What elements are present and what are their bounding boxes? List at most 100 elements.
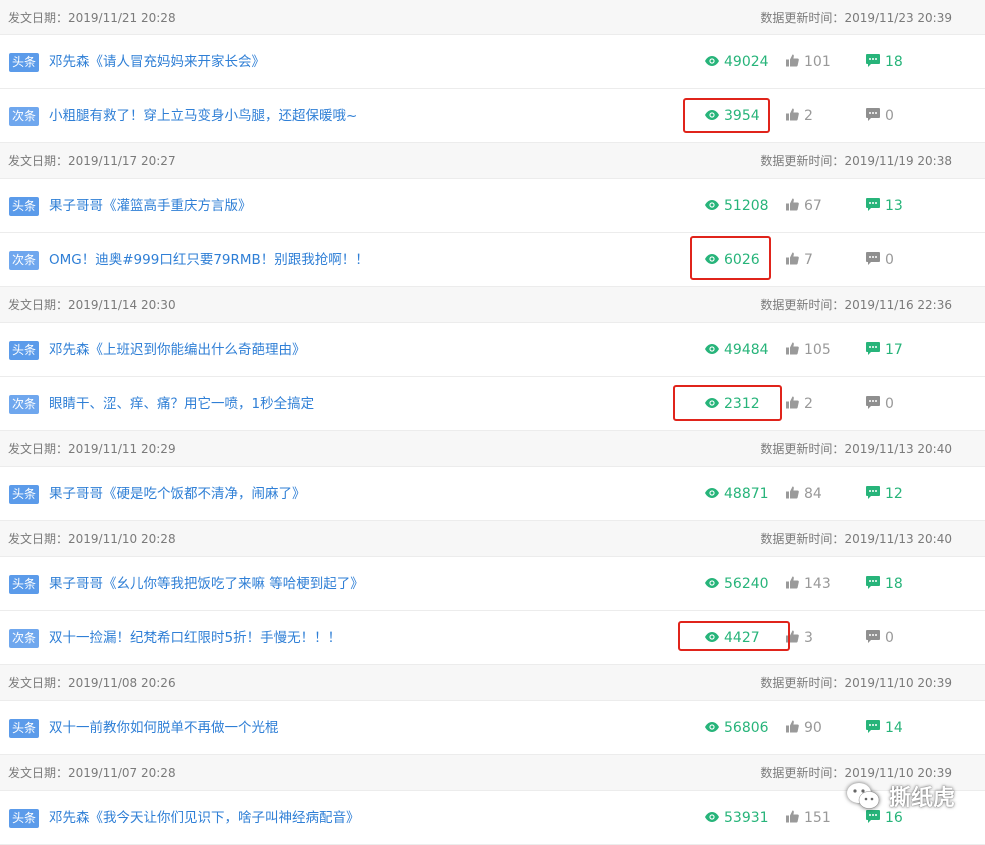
update-time: 数据更新时间：2019/11/13 20:40 [760, 530, 952, 547]
publish-prefix: 发文日期： [8, 676, 69, 690]
publish-date: 发文日期：2019/11/17 20:27 [8, 152, 176, 169]
thumbs-up-icon [786, 252, 799, 269]
article-title-link[interactable]: 小粗腿有救了！穿上立马变身小鸟腿，还超保暖哦~ [49, 89, 357, 143]
likes-count: 67 [804, 198, 822, 214]
likes-stat: 105 [786, 323, 831, 377]
views-stat: 2312 [705, 377, 760, 431]
views-stat: 6026 [705, 233, 760, 287]
comments-stat: 0 [866, 233, 894, 287]
views-stat: 49024 [705, 35, 769, 89]
update-prefix: 数据更新时间： [760, 154, 845, 168]
comments-stat: 0 [866, 89, 894, 143]
publish-prefix: 发文日期： [8, 532, 69, 546]
likes-stat: 90 [786, 701, 822, 755]
comments-count: 0 [885, 108, 894, 124]
views-stat: 49484 [705, 323, 769, 377]
update-prefix: 数据更新时间： [760, 676, 845, 690]
publish-date-value: 2019/11/07 20:28 [68, 766, 176, 780]
views-stat: 53931 [705, 791, 769, 845]
article-title-link[interactable]: 双十一前教你如何脱单不再做一个光棍 [49, 701, 279, 755]
thumbs-up-icon [786, 720, 799, 737]
update-prefix: 数据更新时间： [760, 298, 845, 312]
eye-icon [705, 630, 719, 646]
views-count: 48871 [724, 486, 769, 502]
update-time-value: 2019/11/13 20:40 [844, 532, 952, 546]
publish-prefix: 发文日期： [8, 442, 69, 456]
likes-stat: 3 [786, 611, 813, 665]
views-count: 2312 [724, 396, 760, 412]
comments-stat: 18 [866, 35, 903, 89]
publish-date-value: 2019/11/11 20:29 [68, 442, 176, 456]
article-row: 头条 邓先森《上班迟到你能编出什么奇葩理由》 49484 105 17 [0, 323, 985, 377]
likes-count: 84 [804, 486, 822, 502]
article-row: 次条 双十一捡漏！纪梵希口红限时5折！手慢无！！！ 4427 3 0 [0, 611, 985, 665]
views-count: 3954 [724, 108, 760, 124]
update-prefix: 数据更新时间： [760, 442, 845, 456]
update-time-value: 2019/11/16 22:36 [844, 298, 952, 312]
article-title-link[interactable]: 果子哥哥《幺儿你等我把饭吃了来嘛 等哈梗到起了》 [49, 557, 364, 611]
likes-count: 105 [804, 342, 831, 358]
views-count: 6026 [724, 252, 760, 268]
comments-stat: 17 [866, 323, 903, 377]
article-title-link[interactable]: OMG！迪奥#999口红只要79RMB！别跟我抢啊！！ [49, 233, 369, 287]
comment-icon [866, 395, 880, 413]
comments-stat: 18 [866, 557, 903, 611]
update-time-value: 2019/11/19 20:38 [844, 154, 952, 168]
thumbs-up-icon [786, 342, 799, 359]
likes-count: 90 [804, 720, 822, 736]
watermark-text: 撕纸虎 [888, 786, 955, 811]
comments-count: 13 [885, 198, 903, 214]
views-count: 4427 [724, 630, 760, 646]
update-time: 数据更新时间：2019/11/16 22:36 [760, 296, 952, 313]
thumbs-up-icon [786, 810, 799, 827]
comments-count: 12 [885, 486, 903, 502]
eye-icon [705, 252, 719, 268]
comment-icon [866, 251, 880, 269]
likes-stat: 7 [786, 233, 813, 287]
likes-count: 2 [804, 396, 813, 412]
article-title-link[interactable]: 眼睛干、涩、痒、痛？用它一喷，1秒全搞定 [49, 377, 314, 431]
views-count: 49484 [724, 342, 769, 358]
article-title-link[interactable]: 邓先森《上班迟到你能编出什么奇葩理由》 [49, 323, 306, 377]
article-title-link[interactable]: 双十一捡漏！纪梵希口红限时5折！手慢无！！！ [49, 611, 341, 665]
likes-count: 151 [804, 810, 831, 826]
update-time: 数据更新时间：2019/11/13 20:40 [760, 440, 952, 457]
date-row: 发文日期：2019/11/14 20:30 数据更新时间：2019/11/16 … [0, 287, 985, 323]
article-title-link[interactable]: 邓先森《请人冒充妈妈来开家长会》 [49, 35, 265, 89]
likes-count: 2 [804, 108, 813, 124]
views-count: 53931 [724, 810, 769, 826]
thumbs-up-icon [786, 108, 799, 125]
comments-stat: 0 [866, 377, 894, 431]
headline-badge: 头条 [9, 340, 39, 360]
publish-date: 发文日期：2019/11/08 20:26 [8, 674, 176, 691]
article-title-link[interactable]: 果子哥哥《灌篮高手重庆方言版》 [49, 179, 252, 233]
thumbs-up-icon [786, 54, 799, 71]
likes-stat: 2 [786, 377, 813, 431]
comment-icon [866, 485, 880, 503]
eye-icon [705, 108, 719, 124]
comments-count: 0 [885, 252, 894, 268]
comment-icon [866, 107, 880, 125]
update-time-value: 2019/11/13 20:40 [844, 442, 952, 456]
article-row: 头条 双十一前教你如何脱单不再做一个光棍 56806 90 14 [0, 701, 985, 755]
likes-stat: 67 [786, 179, 822, 233]
secondary-article-badge: 次条 [9, 394, 39, 414]
wechat-icon [846, 783, 880, 809]
comments-count: 14 [885, 720, 903, 736]
article-title-link[interactable]: 果子哥哥《硬是吃个饭都不清净，闹麻了》 [49, 467, 306, 521]
article-title-link[interactable]: 邓先森《我今天让你们见识下，啥子叫神经病配音》 [49, 791, 360, 845]
watermark: 撕纸虎 [845, 780, 955, 812]
date-row: 发文日期：2019/11/17 20:27 数据更新时间：2019/11/19 … [0, 143, 985, 179]
comment-icon [866, 197, 880, 215]
thumbs-up-icon [786, 576, 799, 593]
headline-badge: 头条 [9, 196, 39, 216]
article-stats-list: 发文日期：2019/11/21 20:28 数据更新时间：2019/11/23 … [0, 0, 985, 845]
publish-date: 发文日期：2019/11/10 20:28 [8, 530, 176, 547]
thumbs-up-icon [786, 630, 799, 647]
update-prefix: 数据更新时间： [760, 766, 845, 780]
publish-date-value: 2019/11/17 20:27 [68, 154, 176, 168]
eye-icon [705, 486, 719, 502]
eye-icon [705, 396, 719, 412]
headline-badge: 头条 [9, 808, 39, 828]
thumbs-up-icon [786, 396, 799, 413]
